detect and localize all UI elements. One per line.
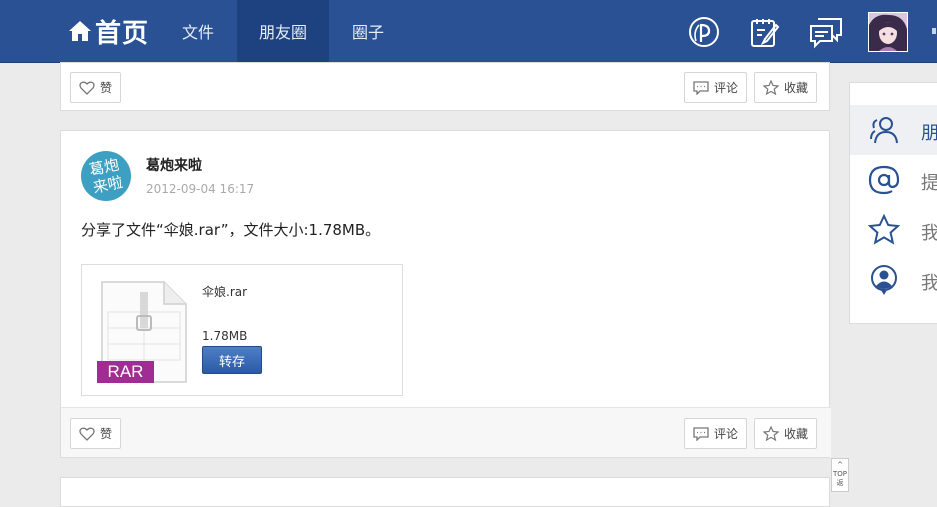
comment-icon — [693, 80, 709, 95]
star-icon — [868, 214, 900, 245]
edit-icon — [751, 19, 780, 47]
tab-circles[interactable]: 圈子 — [337, 0, 399, 62]
comment-icon — [693, 426, 709, 441]
user-circle-icon — [871, 265, 897, 295]
star-icon — [763, 80, 779, 95]
back-to-top-label-cn: 返 — [836, 479, 844, 487]
top-nav-bar: 首页 文件 朋友圈 圈子 — [0, 0, 937, 63]
message-icon — [810, 18, 842, 49]
file-attachment: RAR 伞娘.rar 1.78MB 转存 — [81, 264, 403, 396]
home-label: 首页 — [95, 18, 150, 49]
tab-friends-circle[interactable]: 朋友圈 — [237, 0, 329, 63]
post-time: 2012-09-04 16:17 — [146, 182, 255, 196]
user-avatar[interactable] — [868, 12, 908, 52]
home-link[interactable]: 首页 — [68, 14, 150, 49]
friends-icon — [870, 117, 898, 144]
comment-button[interactable]: 评论 — [684, 418, 748, 449]
music-icon — [689, 17, 719, 47]
heart-icon — [79, 427, 95, 441]
chevron-up-icon: ^ — [837, 461, 843, 469]
post-text: 分享了文件“伞娘.rar”，文件大小:1.78MB。 — [81, 221, 381, 239]
file-type-badge: RAR — [107, 362, 144, 381]
at-icon — [868, 165, 900, 195]
right-sidebar: 朋 提 我 我 — [849, 82, 937, 324]
save-to-drive-button[interactable]: 转存 — [202, 346, 262, 374]
user-avatar-image — [869, 13, 907, 51]
sidebar-item-friends-label: 朋 — [921, 123, 937, 144]
sidebar-item-mentions[interactable]: 提 — [850, 155, 937, 205]
tab-friends-circle-label: 朋友圈 — [258, 23, 307, 42]
like-button[interactable]: 赞 — [70, 72, 122, 103]
like-button[interactable]: 赞 — [70, 418, 122, 449]
sidebar-item-mentions-label: 提 — [921, 173, 937, 194]
author-avatar[interactable]: 葛炮 来啦 — [81, 151, 131, 201]
favorite-label: 收藏 — [784, 427, 809, 441]
sidebar-item-profile-label: 我 — [921, 273, 937, 294]
nav-overflow-indicator — [932, 28, 936, 34]
sidebar-item-profile[interactable]: 我 — [850, 255, 937, 305]
write-post-button[interactable] — [747, 14, 783, 50]
back-to-top-button[interactable]: ^ TOP 返 — [831, 458, 849, 492]
music-button[interactable] — [686, 14, 722, 50]
post-footer: 赞 评论 收藏 — [61, 407, 831, 457]
file-size: 1.78MB — [202, 329, 248, 343]
like-label: 赞 — [100, 81, 113, 95]
comment-label: 评论 — [714, 81, 739, 95]
tab-circles-label: 圈子 — [351, 23, 384, 42]
tab-files[interactable]: 文件 — [167, 0, 229, 62]
sidebar-item-favorites[interactable]: 我 — [850, 205, 937, 255]
previous-post-card: 赞 评论 收藏 — [60, 62, 830, 111]
heart-icon — [79, 81, 95, 95]
author-name[interactable]: 葛炮来啦 — [146, 155, 202, 175]
sidebar-item-friends[interactable]: 朋 — [850, 105, 937, 155]
comment-label: 评论 — [714, 427, 739, 441]
tab-files-label: 文件 — [181, 23, 214, 42]
next-post-card — [60, 477, 830, 507]
favorite-button[interactable]: 收藏 — [754, 72, 818, 103]
rar-file-icon: RAR — [96, 280, 188, 384]
favorite-button[interactable]: 收藏 — [754, 418, 818, 449]
home-icon — [69, 21, 91, 41]
sidebar-item-favorites-label: 我 — [921, 223, 937, 244]
back-to-top-label: TOP — [832, 470, 847, 478]
like-label: 赞 — [100, 427, 113, 441]
comment-button[interactable]: 评论 — [684, 72, 748, 103]
file-name[interactable]: 伞娘.rar — [202, 283, 247, 300]
messages-button[interactable] — [808, 14, 844, 50]
favorite-label: 收藏 — [784, 81, 809, 95]
post-card: 葛炮 来啦 葛炮来啦 2012-09-04 16:17 分享了文件“伞娘.rar… — [60, 130, 831, 458]
star-icon — [763, 426, 779, 441]
